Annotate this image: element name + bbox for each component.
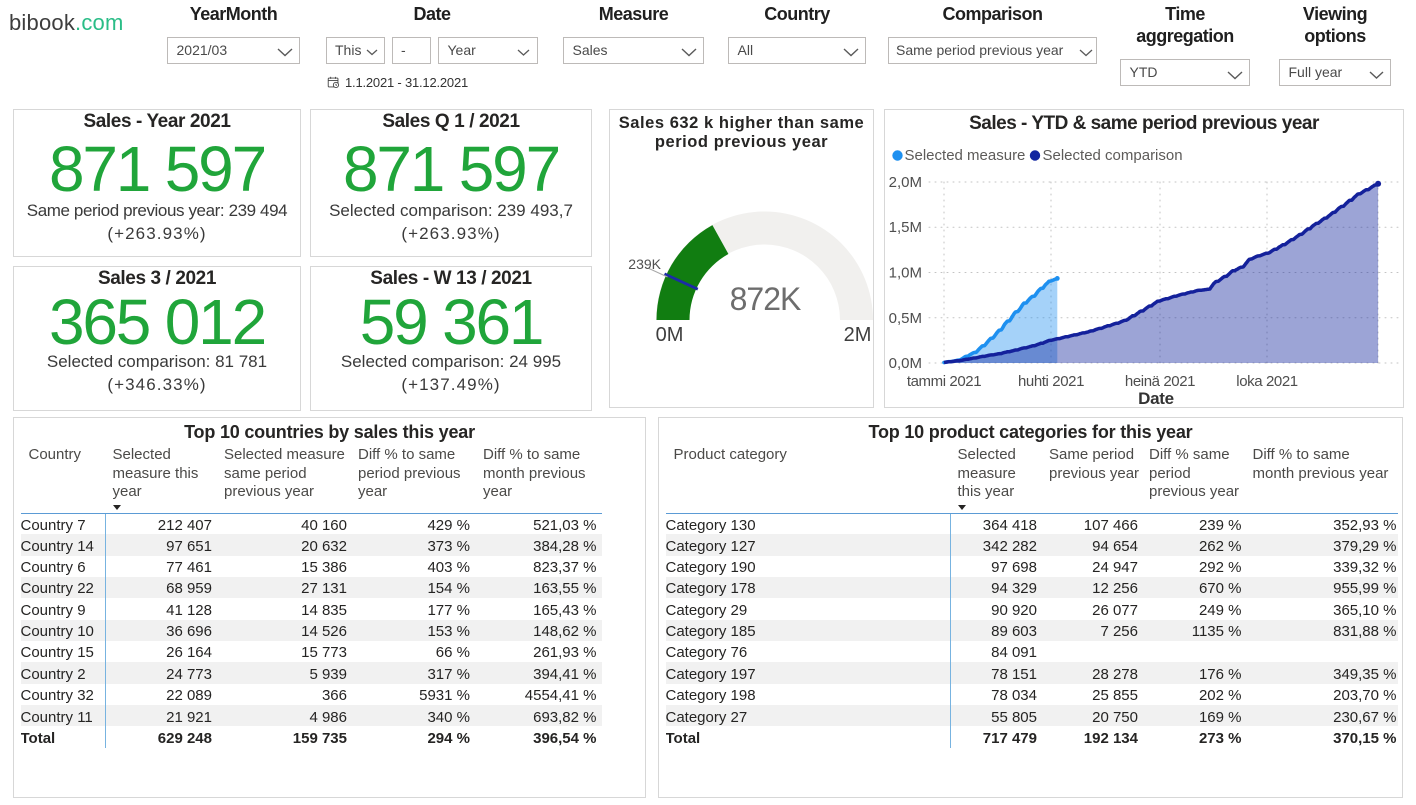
svg-text:tammi 2021: tammi 2021 xyxy=(907,373,981,390)
svg-text:Selected comparison: Selected comparison xyxy=(1043,147,1183,164)
svg-text:1,0M: 1,0M xyxy=(889,265,922,282)
svg-text:0,5M: 0,5M xyxy=(889,310,922,327)
svg-text:huhti 2021: huhti 2021 xyxy=(1018,373,1084,390)
svg-text:239K: 239K xyxy=(628,256,661,272)
svg-text:heinä 2021: heinä 2021 xyxy=(1125,373,1195,390)
svg-text:loka 2021: loka 2021 xyxy=(1236,373,1298,390)
svg-text:0M: 0M xyxy=(656,324,684,346)
svg-text:2,0M: 2,0M xyxy=(889,174,922,191)
svg-text:2M: 2M xyxy=(844,324,872,346)
svg-text:1,5M: 1,5M xyxy=(889,219,922,236)
svg-text:0,0M: 0,0M xyxy=(889,355,922,372)
svg-text:Selected measure: Selected measure xyxy=(905,147,1026,164)
svg-text:Date: Date xyxy=(1138,389,1174,407)
svg-text:872K: 872K xyxy=(730,281,801,317)
